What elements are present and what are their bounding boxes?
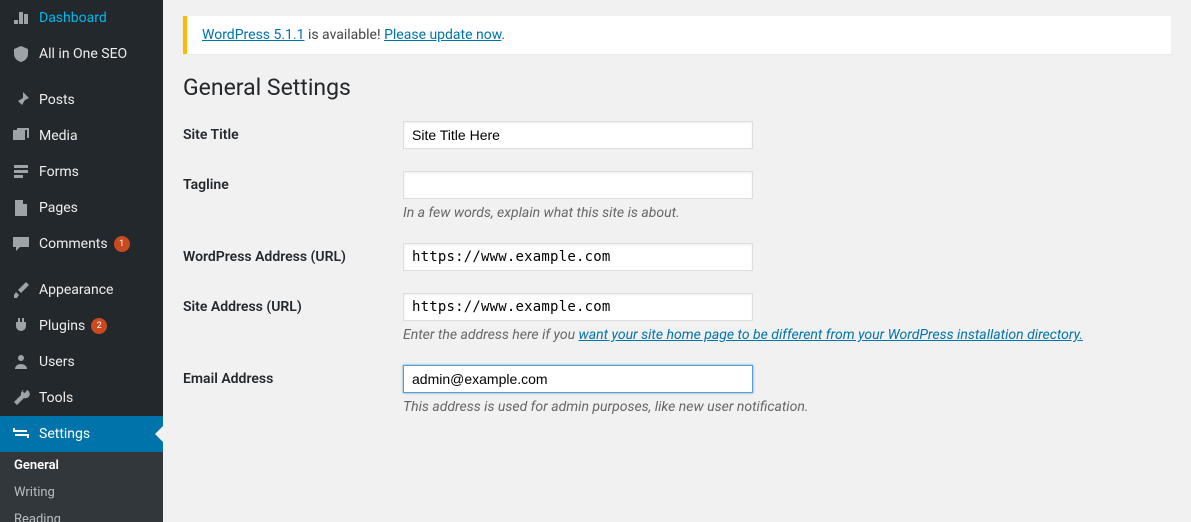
update-now-link[interactable]: Please update now bbox=[384, 27, 501, 43]
admin-sidebar: Dashboard All in One SEO Posts Media For… bbox=[0, 0, 163, 522]
label-site-url: Site Address (URL) bbox=[183, 293, 403, 315]
sub-item-general[interactable]: General bbox=[0, 452, 163, 479]
site-url-help-link[interactable]: want your site home page to be different… bbox=[579, 327, 1083, 343]
sidebar-item-posts[interactable]: Posts bbox=[0, 82, 163, 118]
sidebar-item-label: Tools bbox=[39, 390, 73, 406]
email-desc: This address is used for admin purposes,… bbox=[403, 399, 1171, 415]
sidebar-item-settings[interactable]: Settings bbox=[0, 416, 163, 452]
sidebar-item-users[interactable]: Users bbox=[0, 344, 163, 380]
sidebar-item-label: Pages bbox=[39, 200, 78, 216]
row-wp-url: WordPress Address (URL) bbox=[183, 243, 1171, 271]
sub-item-writing[interactable]: Writing bbox=[0, 479, 163, 506]
row-tagline: Tagline In a few words, explain what thi… bbox=[183, 171, 1171, 221]
plug-icon bbox=[11, 316, 31, 336]
wp-version-link[interactable]: WordPress 5.1.1 bbox=[202, 27, 304, 43]
row-site-title: Site Title bbox=[183, 121, 1171, 149]
sidebar-item-label: Posts bbox=[39, 92, 75, 108]
tagline-input[interactable] bbox=[403, 171, 753, 199]
site-url-desc: Enter the address here if you want your … bbox=[403, 327, 1171, 343]
sidebar-item-dashboard[interactable]: Dashboard bbox=[0, 0, 163, 36]
label-tagline: Tagline bbox=[183, 171, 403, 193]
site-title-input[interactable] bbox=[403, 121, 753, 149]
sidebar-item-forms[interactable]: Forms bbox=[0, 154, 163, 190]
sidebar-item-media[interactable]: Media bbox=[0, 118, 163, 154]
sub-item-reading[interactable]: Reading bbox=[0, 506, 163, 522]
forms-icon bbox=[11, 162, 31, 182]
row-email: Email Address This address is used for a… bbox=[183, 365, 1171, 415]
users-icon bbox=[11, 352, 31, 372]
badge-count: 1 bbox=[114, 236, 130, 252]
main-content: WordPress 5.1.1 is available! Please upd… bbox=[163, 0, 1191, 522]
media-icon bbox=[11, 126, 31, 146]
sidebar-item-label: Media bbox=[39, 128, 78, 144]
sidebar-item-pages[interactable]: Pages bbox=[0, 190, 163, 226]
wrench-icon bbox=[11, 388, 31, 408]
notice-text-end: . bbox=[501, 27, 505, 43]
brush-icon bbox=[11, 280, 31, 300]
sidebar-item-plugins[interactable]: Plugins 2 bbox=[0, 308, 163, 344]
pages-icon bbox=[11, 198, 31, 218]
notice-text: is available! bbox=[304, 27, 384, 43]
tagline-desc: In a few words, explain what this site i… bbox=[403, 205, 1171, 221]
pin-icon bbox=[11, 90, 31, 110]
wp-url-input[interactable] bbox=[403, 243, 753, 271]
page-title: General Settings bbox=[183, 74, 1171, 101]
settings-icon bbox=[11, 424, 31, 444]
row-site-url: Site Address (URL) Enter the address her… bbox=[183, 293, 1171, 343]
sidebar-item-tools[interactable]: Tools bbox=[0, 380, 163, 416]
label-wp-url: WordPress Address (URL) bbox=[183, 243, 403, 265]
sidebar-item-appearance[interactable]: Appearance bbox=[0, 272, 163, 308]
sidebar-item-label: Dashboard bbox=[39, 10, 107, 26]
label-email: Email Address bbox=[183, 365, 403, 387]
sidebar-item-label: Comments bbox=[39, 236, 108, 252]
badge-count: 2 bbox=[91, 318, 107, 334]
shield-icon bbox=[11, 44, 31, 64]
sidebar-item-comments[interactable]: Comments 1 bbox=[0, 226, 163, 262]
sidebar-item-label: Appearance bbox=[39, 282, 113, 298]
sidebar-item-label: All in One SEO bbox=[39, 46, 127, 62]
desc-prefix: Enter the address here if you bbox=[403, 327, 579, 343]
email-input[interactable] bbox=[403, 365, 753, 393]
sidebar-item-label: Plugins bbox=[39, 318, 85, 334]
site-url-input[interactable] bbox=[403, 293, 753, 321]
dashboard-icon bbox=[11, 8, 31, 28]
label-site-title: Site Title bbox=[183, 121, 403, 143]
sidebar-item-seo[interactable]: All in One SEO bbox=[0, 36, 163, 72]
sidebar-item-label: Settings bbox=[39, 426, 90, 442]
sidebar-item-label: Forms bbox=[39, 164, 79, 180]
settings-submenu: General Writing Reading bbox=[0, 452, 163, 522]
comments-icon bbox=[11, 234, 31, 254]
sidebar-item-label: Users bbox=[39, 354, 75, 370]
update-notice: WordPress 5.1.1 is available! Please upd… bbox=[183, 16, 1171, 54]
